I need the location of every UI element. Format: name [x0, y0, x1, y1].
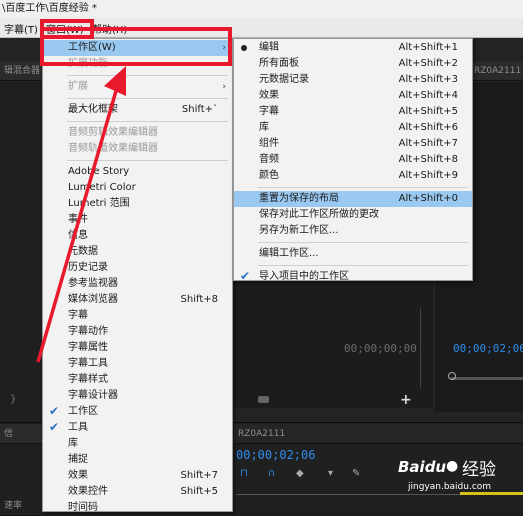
watermark-text: 经验 — [462, 460, 496, 480]
watermark-url: jingyan.baidu.com — [408, 482, 492, 492]
annotation-arrow — [36, 66, 126, 363]
baidu-paw-icon: ● — [446, 458, 459, 474]
baidu-watermark: Baidu ● 经验 jingyan.baidu.com — [398, 452, 523, 510]
baidu-logo: Baidu — [398, 458, 447, 476]
